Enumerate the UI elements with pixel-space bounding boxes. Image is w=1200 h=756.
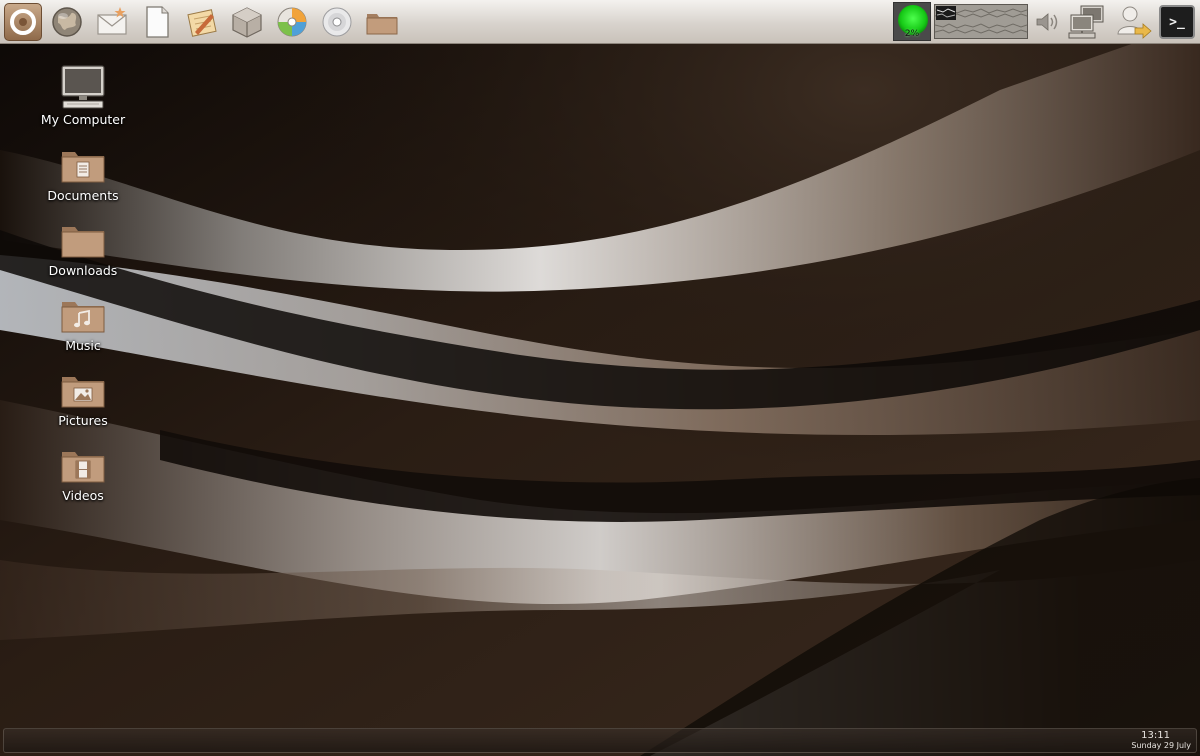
cpu-monitor[interactable]: 2% <box>893 2 931 41</box>
file-manager-icon <box>366 14 398 35</box>
desktop-icon-pictures[interactable]: Pictures <box>28 363 138 428</box>
desktop-wallpaper <box>0 0 1200 756</box>
desktop-icon-label: Videos <box>62 488 104 503</box>
desktop-icon-label: Documents <box>47 188 119 203</box>
desktop-icon-documents[interactable]: Documents <box>28 138 138 203</box>
network-computers-icon <box>1068 5 1104 39</box>
desktop-icon-label: My Computer <box>40 112 126 127</box>
network-status-button[interactable] <box>1066 4 1108 40</box>
package-manager-icon <box>232 7 262 38</box>
desktop-icon-label: Music <box>65 338 101 353</box>
speaker-icon <box>1036 13 1058 31</box>
web-browser-launcher[interactable] <box>48 3 86 41</box>
package-manager-launcher[interactable] <box>228 3 266 41</box>
disc-burner-launcher[interactable] <box>318 3 356 41</box>
media-player-icon <box>277 7 307 37</box>
mail-launcher[interactable] <box>93 3 131 41</box>
notes-editor-icon <box>187 9 217 37</box>
bottom-panel: 13:11 Sunday 29 July <box>3 728 1197 753</box>
notes-editor-launcher[interactable] <box>183 3 221 41</box>
pictures-folder-icon <box>61 377 105 408</box>
clock-date[interactable]: Sunday 29 July <box>1131 741 1191 750</box>
user-logout-button[interactable] <box>1114 4 1154 40</box>
cpu-percent: 2% <box>904 29 920 39</box>
videos-folder-icon <box>61 452 105 483</box>
text-document-icon <box>146 6 169 38</box>
clock-time[interactable]: 13:11 <box>1141 730 1170 741</box>
downloads-folder-icon <box>61 227 105 258</box>
desktop-icon-label: Pictures <box>58 413 108 428</box>
terminal-button[interactable]: >_ <box>1159 5 1195 39</box>
desktop-icon-my-computer[interactable]: My Computer <box>28 62 138 127</box>
documents-folder-icon <box>61 152 105 183</box>
mail-icon <box>97 7 127 35</box>
computer-icon <box>61 65 105 109</box>
desktop-icon-downloads[interactable]: Downloads <box>28 213 138 278</box>
web-browser-icon <box>52 7 82 37</box>
volume-button[interactable] <box>1034 4 1062 40</box>
disc-burner-icon <box>322 7 352 37</box>
top-panel: 2% >_ <box>0 0 1200 44</box>
terminal-icon: >_ <box>1169 14 1185 30</box>
menu-launcher[interactable] <box>4 3 42 41</box>
text-document-launcher[interactable] <box>138 3 176 41</box>
desktop-icon-label: Downloads <box>48 263 118 278</box>
music-folder-icon <box>61 302 105 333</box>
desktop-icon-videos[interactable]: Videos <box>28 438 138 503</box>
file-manager-launcher[interactable] <box>363 3 401 41</box>
network-monitor[interactable] <box>934 4 1028 39</box>
user-logout-icon <box>1117 6 1152 39</box>
desktop-icon-music[interactable]: Music <box>28 288 138 353</box>
network-graph <box>935 5 1027 38</box>
menu-icon <box>10 9 36 35</box>
media-player-launcher[interactable] <box>273 3 311 41</box>
